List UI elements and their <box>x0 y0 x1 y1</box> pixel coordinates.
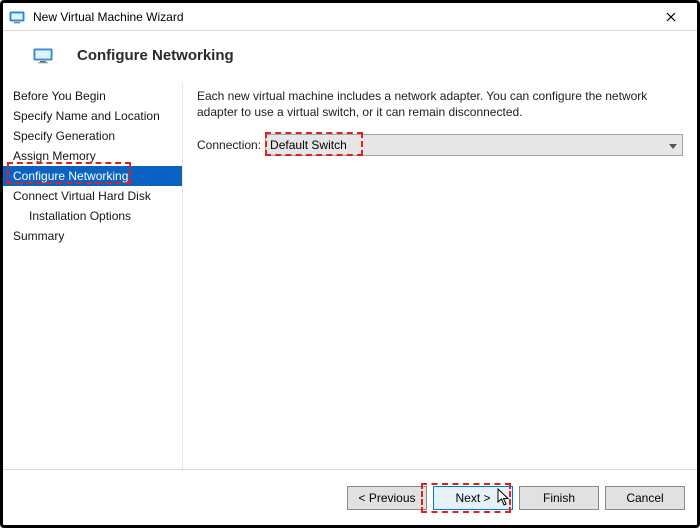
connection-row: Connection: Default Switch <box>197 134 683 156</box>
connection-label: Connection: <box>197 138 261 152</box>
wizard-footer: < Previous Next > Finish Cancel <box>3 469 697 525</box>
window-title: New Virtual Machine Wizard <box>33 10 651 24</box>
wizard-content: Each new virtual machine includes a netw… <box>183 82 697 469</box>
description-text: Each new virtual machine includes a netw… <box>197 88 683 120</box>
close-button[interactable] <box>651 3 691 31</box>
step-specify-name-location[interactable]: Specify Name and Location <box>3 106 182 126</box>
monitor-icon <box>33 48 53 64</box>
step-connect-vhd[interactable]: Connect Virtual Hard Disk <box>3 186 182 206</box>
title-bar: New Virtual Machine Wizard <box>3 3 697 31</box>
wizard-steps-sidebar: Before You Begin Specify Name and Locati… <box>3 82 183 469</box>
next-button[interactable]: Next > <box>433 486 513 510</box>
previous-button[interactable]: < Previous <box>347 486 427 510</box>
connection-select[interactable]: Default Switch <box>265 134 683 156</box>
step-assign-memory[interactable]: Assign Memory <box>3 146 182 166</box>
finish-button[interactable]: Finish <box>519 486 599 510</box>
step-before-you-begin[interactable]: Before You Begin <box>3 86 182 106</box>
step-summary[interactable]: Summary <box>3 226 182 246</box>
step-installation-options[interactable]: Installation Options <box>3 206 182 226</box>
cancel-button[interactable]: Cancel <box>605 486 685 510</box>
page-header: Configure Networking <box>3 31 697 82</box>
step-configure-networking[interactable]: Configure Networking <box>3 166 182 186</box>
step-specify-generation[interactable]: Specify Generation <box>3 126 182 146</box>
main-area: Before You Begin Specify Name and Locati… <box>3 82 697 469</box>
page-heading: Configure Networking <box>77 47 234 64</box>
wizard-window: New Virtual Machine Wizard Configure Net… <box>0 0 700 528</box>
wizard-app-icon <box>9 9 25 25</box>
connection-select-wrap: Default Switch <box>265 134 683 156</box>
